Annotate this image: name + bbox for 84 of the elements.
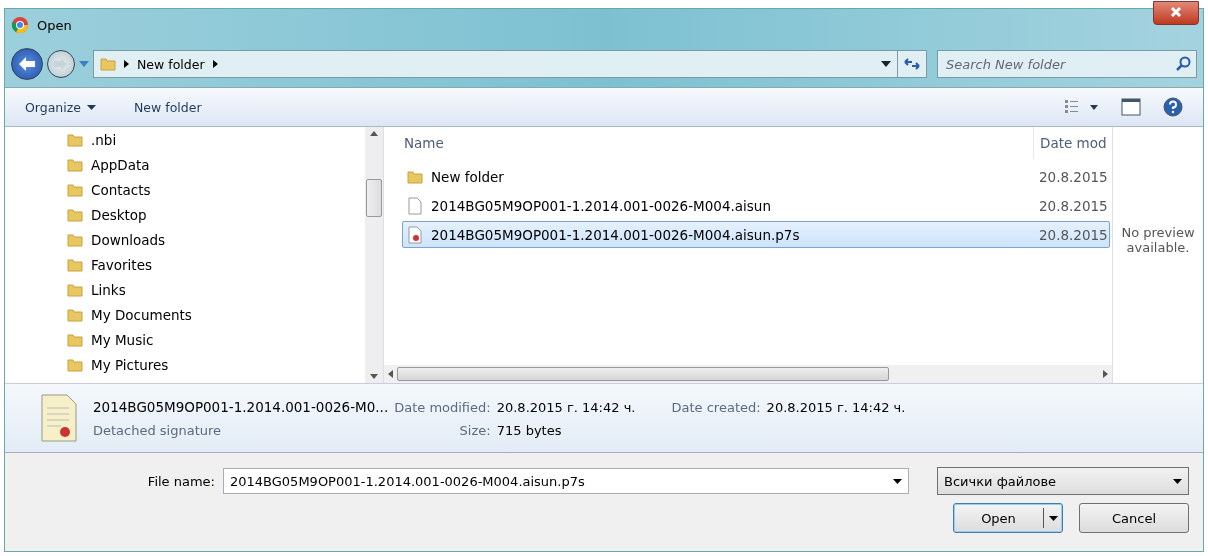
sidebar-item[interactable]: Desktop [91, 206, 147, 223]
folder-icon [100, 56, 116, 72]
details-label: Date created: [671, 399, 761, 415]
dropdown-icon [881, 61, 891, 67]
refresh-button[interactable] [897, 50, 927, 78]
sidebar-item[interactable]: My Documents [91, 306, 192, 323]
up-arrow-icon[interactable] [370, 131, 378, 136]
file-row[interactable]: 2014BG05M9OP001-1.2014.001-0026-M004.aisun 20.8.2015 [402, 192, 1110, 219]
details-label: Date modified: [394, 399, 491, 415]
search-field[interactable]: Search New folder [937, 50, 1197, 78]
details-file-type: Detached signature [93, 422, 223, 438]
sidebar-item[interactable]: .nbi [91, 131, 117, 148]
file-date: 20.8.2015 [1039, 197, 1109, 214]
file-name-label: File name: [147, 473, 215, 489]
sidebar-item[interactable]: Favorites [91, 256, 152, 273]
sidebar-item[interactable]: My Music [91, 331, 154, 348]
caret-icon [1048, 515, 1058, 521]
details-file-name: 2014BG05M9OP001-1.2014.001-0026-M0... [93, 398, 389, 415]
preview-pane-icon[interactable] [1121, 98, 1141, 116]
details-value: 715 bytes [496, 422, 563, 438]
file-type-dropdown[interactable]: Всички файлове [937, 467, 1189, 495]
organize-button[interactable]: Organize [25, 95, 96, 119]
new-folder-button[interactable]: New folder [134, 95, 202, 119]
left-arrow-icon[interactable] [388, 370, 393, 378]
close-button[interactable] [1153, 1, 1199, 25]
right-arrow-icon[interactable] [1103, 370, 1108, 378]
certificate-file-icon [407, 225, 423, 244]
scroll-thumb[interactable] [397, 367, 889, 381]
folder-icon [67, 156, 83, 173]
preview-message: No preview available. [1120, 225, 1196, 255]
view-options-icon[interactable] [1065, 100, 1099, 114]
forward-button[interactable] [47, 50, 75, 78]
column-header[interactable]: Date mod [1033, 127, 1112, 159]
dropdown-icon [1173, 478, 1182, 484]
vertical-scrollbar[interactable] [365, 127, 383, 383]
cancel-button[interactable]: Cancel [1079, 503, 1189, 533]
folder-icon [67, 331, 83, 348]
sidebar-item[interactable]: AppData [91, 156, 150, 173]
folder-icon [67, 281, 83, 298]
breadcrumb[interactable]: New folder [137, 56, 205, 72]
sidebar-item[interactable]: My Pictures [91, 356, 169, 373]
chevron-icon [124, 60, 129, 68]
folder-icon [67, 131, 83, 148]
dropdown-icon [893, 478, 902, 484]
caret-icon [87, 104, 96, 110]
details-value: 20.8.2015 г. 14:42 ч. [766, 399, 906, 415]
search-icon [1175, 56, 1191, 72]
address-bar[interactable]: New folder [93, 50, 898, 78]
file-icon [407, 196, 423, 215]
scroll-thumb[interactable] [366, 179, 382, 218]
chevron-icon [212, 60, 218, 68]
back-button[interactable] [11, 48, 43, 80]
open-button[interactable]: Open [953, 503, 1063, 533]
browser-logo-icon [11, 16, 29, 34]
refresh-icon [904, 57, 920, 71]
folder-icon [67, 181, 83, 198]
file-name: New folder [431, 168, 504, 185]
folder-icon [407, 168, 423, 185]
folder-icon [67, 256, 83, 273]
window-title: Open [37, 17, 72, 33]
details-value: 20.8.2015 г. 14:42 ч. [496, 399, 636, 415]
sidebar-item[interactable]: Downloads [91, 231, 166, 248]
file-date: 20.8.2015 [1039, 226, 1109, 243]
folder-icon [67, 306, 83, 323]
down-arrow-icon[interactable] [370, 374, 378, 379]
file-row[interactable]: New folder 20.8.2015 [402, 163, 1110, 190]
file-date: 20.8.2015 [1039, 168, 1109, 185]
help-icon[interactable] [1163, 97, 1183, 117]
sidebar-item[interactable]: Links [91, 281, 126, 298]
column-header[interactable]: Name [384, 135, 1033, 151]
folder-icon [67, 206, 83, 223]
file-name-field[interactable]: 2014BG05M9OP001-1.2014.001-0026-M004.aisun.p7s [223, 468, 909, 494]
file-row[interactable]: 2014BG05M9OP001-1.2014.001-0026-M004.aisun.p7s 20.8.2015 [402, 221, 1110, 248]
details-label: Size: [458, 422, 491, 438]
sidebar-item[interactable]: Contacts [91, 181, 151, 198]
folder-icon [67, 356, 83, 373]
close-icon [1170, 6, 1182, 18]
left-arrow-icon [18, 56, 36, 72]
dropdown-icon [79, 61, 89, 67]
folder-icon [67, 231, 83, 248]
certificate-file-icon [41, 394, 77, 442]
horizontal-scrollbar[interactable] [384, 365, 1112, 383]
file-name: 2014BG05M9OP001-1.2014.001-0026-M004.aisun [431, 197, 771, 214]
file-name: 2014BG05M9OP001-1.2014.001-0026-M004.aisun.p7s [431, 226, 800, 243]
